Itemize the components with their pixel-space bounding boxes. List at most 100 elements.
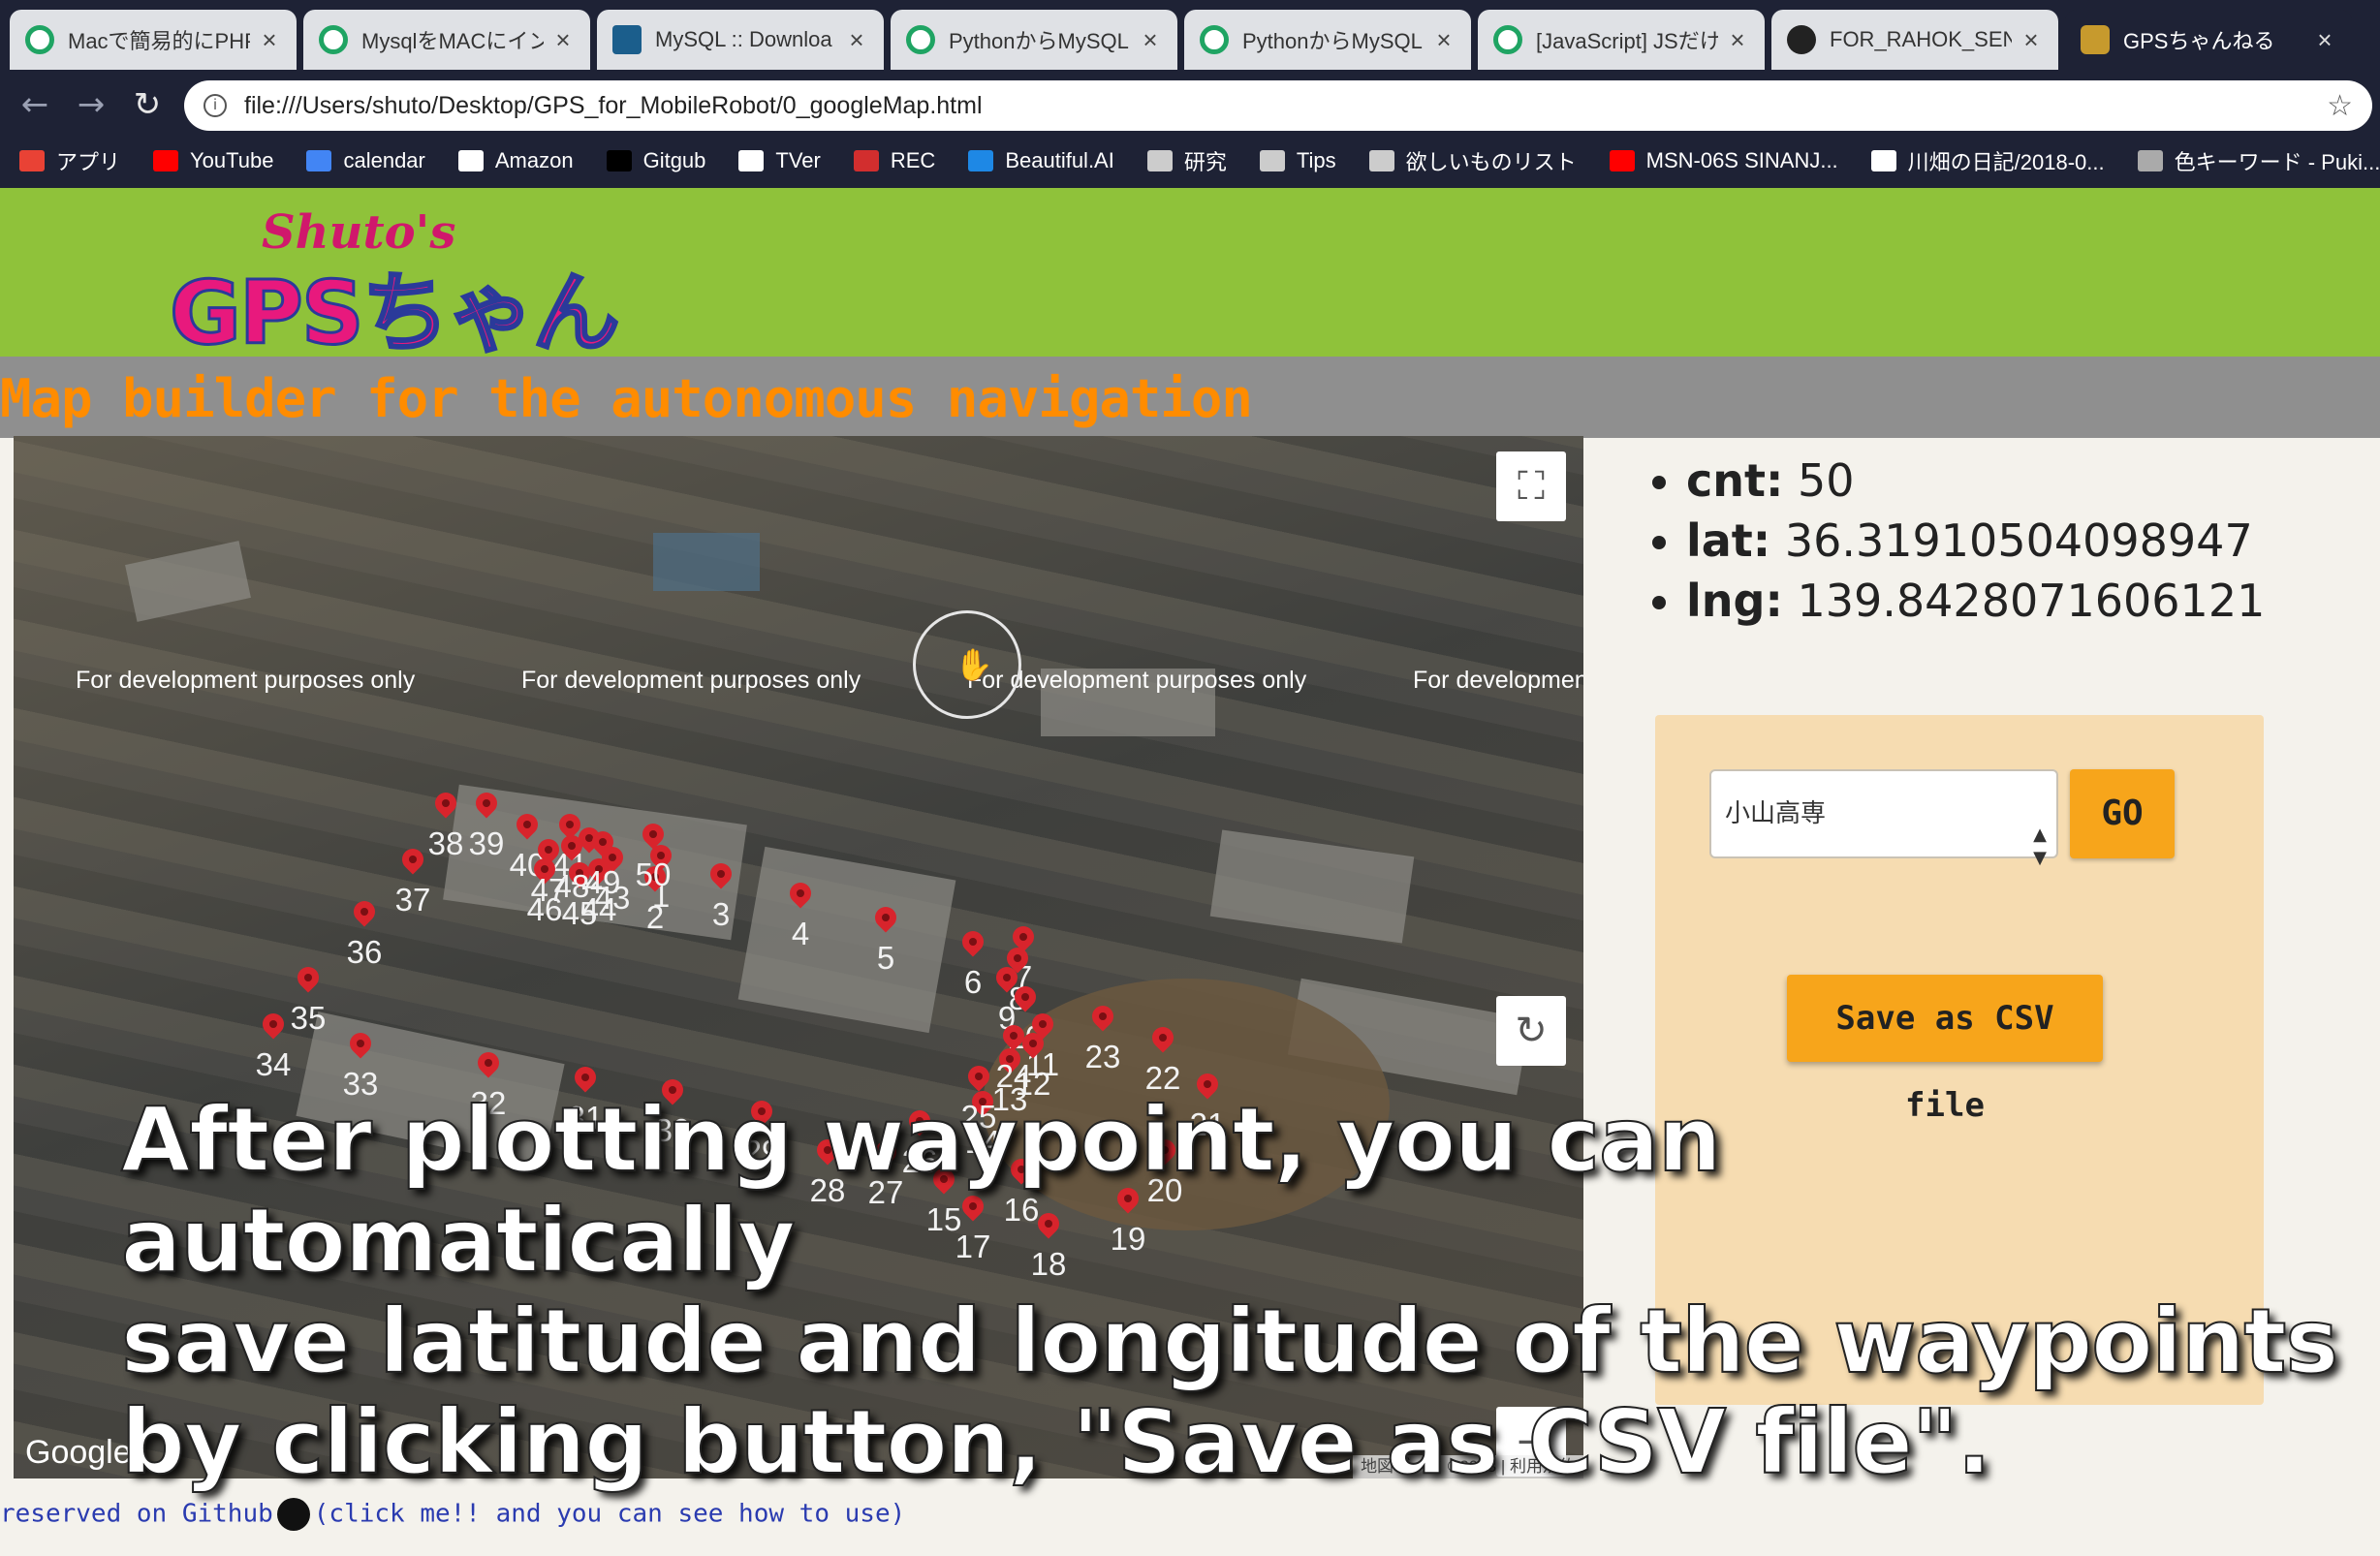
- back-icon[interactable]: ←: [16, 85, 54, 124]
- bookmark-item[interactable]: Tips: [1259, 148, 1336, 173]
- browser-tab[interactable]: Macで簡易的にPHP ×: [10, 10, 297, 70]
- waypoint-number: 50: [635, 856, 672, 892]
- close-tab-icon[interactable]: ×: [1726, 25, 1749, 55]
- bookmark-star-icon[interactable]: ☆: [2327, 89, 2353, 123]
- waypoint-number: 23: [1084, 1039, 1121, 1074]
- pin-dot: [483, 799, 490, 807]
- browser-tab[interactable]: FOR_RAHOK_SENS ×: [1771, 10, 2058, 70]
- waypoint-marker[interactable]: 35: [291, 962, 326, 1036]
- bookmark-label: MSN-06S SINANJ...: [1645, 148, 1838, 172]
- bookmark-item[interactable]: YouTube: [153, 148, 273, 173]
- waypoint-marker[interactable]: 40: [510, 809, 545, 883]
- close-tab-icon[interactable]: ×: [2313, 25, 2336, 55]
- waypoint-marker[interactable]: 48: [554, 830, 589, 904]
- page-subtitle: Map builder for the autonomous navigatio…: [0, 368, 1253, 429]
- close-tab-icon[interactable]: ×: [1432, 25, 1456, 55]
- github-icon: [1787, 25, 1816, 54]
- pin-dot: [357, 1040, 364, 1047]
- reload-icon[interactable]: ↻: [128, 85, 167, 124]
- address-bar-row: ← → ↻ i file:///Users/shuto/Desktop/GPS_…: [0, 78, 2380, 134]
- bookmark-item[interactable]: Beautiful.AI: [968, 148, 1114, 173]
- waypoint-marker[interactable]: 38: [428, 788, 463, 861]
- github-link[interactable]: reserved on Github (click me!! and you ca…: [0, 1498, 905, 1531]
- bookmark-label: REC: [890, 148, 936, 172]
- bookmark-item[interactable]: calendar: [306, 148, 425, 173]
- site-header: Shuto's GPSちゃんねる: [0, 188, 2380, 492]
- bookmark-label: アプリ: [56, 150, 121, 174]
- mysql-icon: [612, 25, 642, 54]
- go-button[interactable]: GO: [2070, 769, 2175, 858]
- bookmark-item[interactable]: 欲しいものリスト: [1368, 145, 1577, 176]
- bookmark-item[interactable]: 川畑の日記/2018-0...: [1870, 145, 2105, 176]
- youtube-icon: [1609, 150, 1635, 171]
- bookmark-item[interactable]: 研究: [1146, 145, 1227, 176]
- rotate-icon[interactable]: ↻: [1496, 996, 1566, 1066]
- bookmark-label: Tips: [1296, 148, 1336, 172]
- waypoint-marker[interactable]: 39: [469, 788, 504, 861]
- lat-label: lat:: [1686, 514, 1771, 567]
- browser-tab[interactable]: MySQL :: Downloa ×: [597, 10, 884, 70]
- waypoint-marker[interactable]: 36: [347, 896, 382, 970]
- pin-dot: [969, 938, 977, 946]
- tab-title: GPSちゃんねる: [2123, 29, 2275, 53]
- waypoint-marker[interactable]: 22: [1145, 1022, 1180, 1096]
- forward-icon[interactable]: →: [72, 85, 110, 124]
- cnt-label: cnt:: [1686, 454, 1784, 507]
- bookmark-item[interactable]: TVer: [738, 148, 821, 173]
- place-select[interactable]: 小山高専 ▲ ▼: [1709, 769, 2058, 868]
- gps-icon: [2081, 25, 2110, 54]
- bookmark-item[interactable]: Gitgub: [606, 148, 705, 173]
- pin-dot: [360, 908, 368, 916]
- bookmark-label: Amazon: [494, 148, 574, 172]
- browser-tab[interactable]: PythonからMySQL ×: [891, 10, 1177, 70]
- browser-tab[interactable]: [JavaScript] JSだけ ×: [1478, 10, 1765, 70]
- waypoint-marker[interactable]: 32: [471, 1047, 506, 1121]
- caption-line-2: save latitude and longitude of the waypo…: [120, 1290, 2339, 1393]
- map-building: [653, 533, 760, 591]
- waypoint-marker[interactable]: 5: [870, 902, 901, 976]
- map-building: [125, 541, 251, 622]
- bookmark-item[interactable]: 色キーワード - Puki...: [2137, 145, 2380, 176]
- close-tab-icon[interactable]: ×: [258, 25, 281, 55]
- pin-dot: [568, 842, 576, 850]
- pin-dot: [523, 821, 531, 828]
- info-icon[interactable]: i: [204, 94, 227, 117]
- close-tab-icon[interactable]: ×: [845, 25, 868, 55]
- waypoint-marker[interactable]: 10: [1008, 981, 1043, 1055]
- url-text: file:///Users/shuto/Desktop/GPS_for_Mobi…: [244, 91, 983, 119]
- pin-dot: [1159, 1034, 1167, 1042]
- lat-value: 36.31910504098947: [1784, 514, 2253, 567]
- bookmark-item[interactable]: アプリ: [19, 145, 120, 176]
- waypoint-number: 37: [394, 882, 431, 918]
- pin-dot: [797, 889, 804, 897]
- waypoint-marker[interactable]: 3: [705, 858, 736, 932]
- close-tab-icon[interactable]: ×: [551, 25, 575, 55]
- browser-tab[interactable]: PythonからMySQL ×: [1184, 10, 1471, 70]
- close-tab-icon[interactable]: ×: [1139, 25, 1162, 55]
- waypoint-marker[interactable]: 6: [957, 926, 988, 1000]
- waypoint-marker[interactable]: 47: [531, 834, 566, 908]
- waypoint-marker[interactable]: 24: [996, 1020, 1031, 1094]
- quora-icon: [906, 25, 935, 54]
- fullscreen-icon[interactable]: ⛶: [1496, 451, 1566, 521]
- waypoint-marker[interactable]: 33: [343, 1028, 378, 1102]
- waypoint-marker[interactable]: 4: [785, 878, 816, 951]
- waypoint-number: 4: [791, 916, 810, 951]
- dev-watermark: For development purposes only: [521, 667, 861, 694]
- save-csv-button[interactable]: Save as CSV file: [1787, 975, 2103, 1125]
- bookmark-item[interactable]: MSN-06S SINANJ...: [1609, 148, 1838, 173]
- bookmark-item[interactable]: Amazon: [457, 148, 574, 173]
- browser-tab[interactable]: GPSちゃんねる ×: [2065, 10, 2352, 70]
- waypoint-marker[interactable]: 23: [1085, 1001, 1120, 1074]
- bookmark-label: 研究: [1183, 150, 1227, 174]
- bookmark-label: 川畑の日記/2018-0...: [1907, 150, 2105, 174]
- drag-cursor: ✋: [913, 610, 1021, 719]
- waypoint-marker[interactable]: 50: [636, 819, 671, 892]
- bookmark-item[interactable]: REC: [853, 148, 936, 173]
- browser-tab[interactable]: MysqlをMACにイン ×: [303, 10, 590, 70]
- calendar-icon: [306, 150, 332, 171]
- close-tab-icon[interactable]: ×: [2020, 25, 2043, 55]
- waypoint-number: 3: [711, 896, 731, 932]
- waypoint-marker[interactable]: 49: [585, 826, 620, 900]
- url-field[interactable]: i file:///Users/shuto/Desktop/GPS_for_Mo…: [184, 80, 2372, 131]
